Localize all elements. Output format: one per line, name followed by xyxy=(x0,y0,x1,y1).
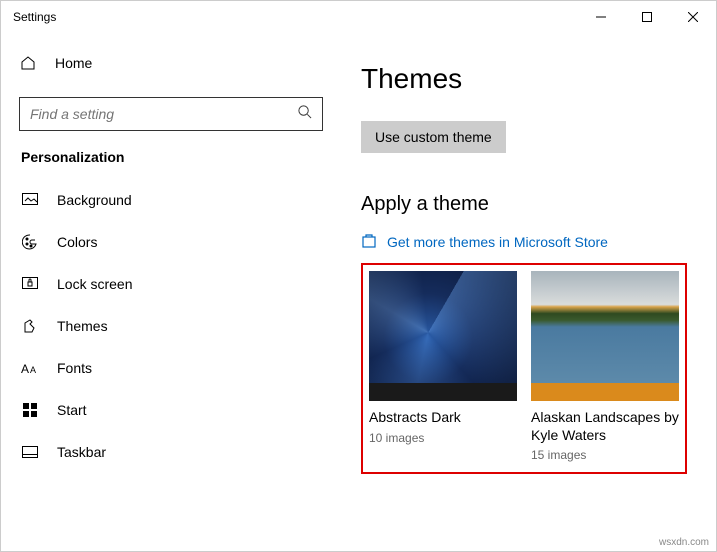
close-button[interactable] xyxy=(670,1,716,33)
sidebar-item-start[interactable]: Start xyxy=(19,389,323,431)
lock-screen-icon xyxy=(21,277,39,291)
theme-accent xyxy=(369,383,517,401)
store-icon xyxy=(361,232,377,251)
theme-preview xyxy=(531,271,679,383)
sidebar-item-themes[interactable]: Themes xyxy=(19,305,323,347)
themes-grid: Abstracts Dark 10 images Alaskan Landsca… xyxy=(361,263,687,474)
theme-name: Abstracts Dark xyxy=(369,409,517,427)
theme-accent xyxy=(531,383,679,401)
colors-icon xyxy=(21,234,39,250)
sidebar-item-colors[interactable]: Colors xyxy=(19,221,323,263)
sidebar-item-label: Start xyxy=(57,402,87,418)
home-icon xyxy=(19,55,37,71)
sidebar-item-lock-screen[interactable]: Lock screen xyxy=(19,263,323,305)
theme-item-abstracts-dark[interactable]: Abstracts Dark 10 images xyxy=(369,271,517,462)
title-controls xyxy=(578,1,716,33)
watermark: wsxdn.com xyxy=(659,537,709,548)
background-icon xyxy=(21,193,39,207)
category-label: Personalization xyxy=(19,149,323,165)
window-title: Settings xyxy=(13,10,56,24)
search-icon xyxy=(297,104,312,124)
svg-text:A: A xyxy=(30,365,36,375)
sidebar-item-label: Colors xyxy=(57,234,97,250)
theme-count: 10 images xyxy=(369,431,517,445)
sidebar-item-taskbar[interactable]: Taskbar xyxy=(19,431,323,473)
maximize-button[interactable] xyxy=(624,1,670,33)
sidebar-item-label: Lock screen xyxy=(57,276,132,292)
sidebar-item-label: Taskbar xyxy=(57,444,106,460)
sidebar-item-label: Themes xyxy=(57,318,108,334)
minimize-icon xyxy=(596,12,606,22)
main-content: Themes Use custom theme Apply a theme Ge… xyxy=(341,33,716,551)
theme-count: 15 images xyxy=(531,448,679,462)
close-icon xyxy=(688,12,698,22)
theme-item-alaskan-landscapes[interactable]: Alaskan Landscapes by Kyle Waters 15 ima… xyxy=(531,271,679,462)
store-link[interactable]: Get more themes in Microsoft Store xyxy=(361,232,696,251)
sidebar: Home Personalization Background Colors L… xyxy=(1,33,341,551)
page-title: Themes xyxy=(361,63,696,95)
home-nav[interactable]: Home xyxy=(19,43,323,83)
apply-theme-title: Apply a theme xyxy=(361,193,696,216)
search-box[interactable] xyxy=(19,97,323,131)
fonts-icon: AA xyxy=(21,361,39,375)
sidebar-item-label: Background xyxy=(57,192,132,208)
taskbar-icon xyxy=(21,446,39,458)
sidebar-item-background[interactable]: Background xyxy=(19,179,323,221)
themes-icon xyxy=(21,318,39,334)
start-icon xyxy=(21,403,39,417)
sidebar-item-label: Fonts xyxy=(57,360,92,376)
theme-preview xyxy=(369,271,517,383)
sidebar-item-fonts[interactable]: AA Fonts xyxy=(19,347,323,389)
store-link-label: Get more themes in Microsoft Store xyxy=(387,234,608,250)
home-label: Home xyxy=(55,55,92,71)
titlebar: Settings xyxy=(1,1,716,33)
svg-text:A: A xyxy=(21,362,29,375)
maximize-icon xyxy=(642,12,652,22)
use-custom-theme-button[interactable]: Use custom theme xyxy=(361,121,506,153)
search-input[interactable] xyxy=(30,106,297,122)
theme-name: Alaskan Landscapes by Kyle Waters xyxy=(531,409,679,444)
minimize-button[interactable] xyxy=(578,1,624,33)
